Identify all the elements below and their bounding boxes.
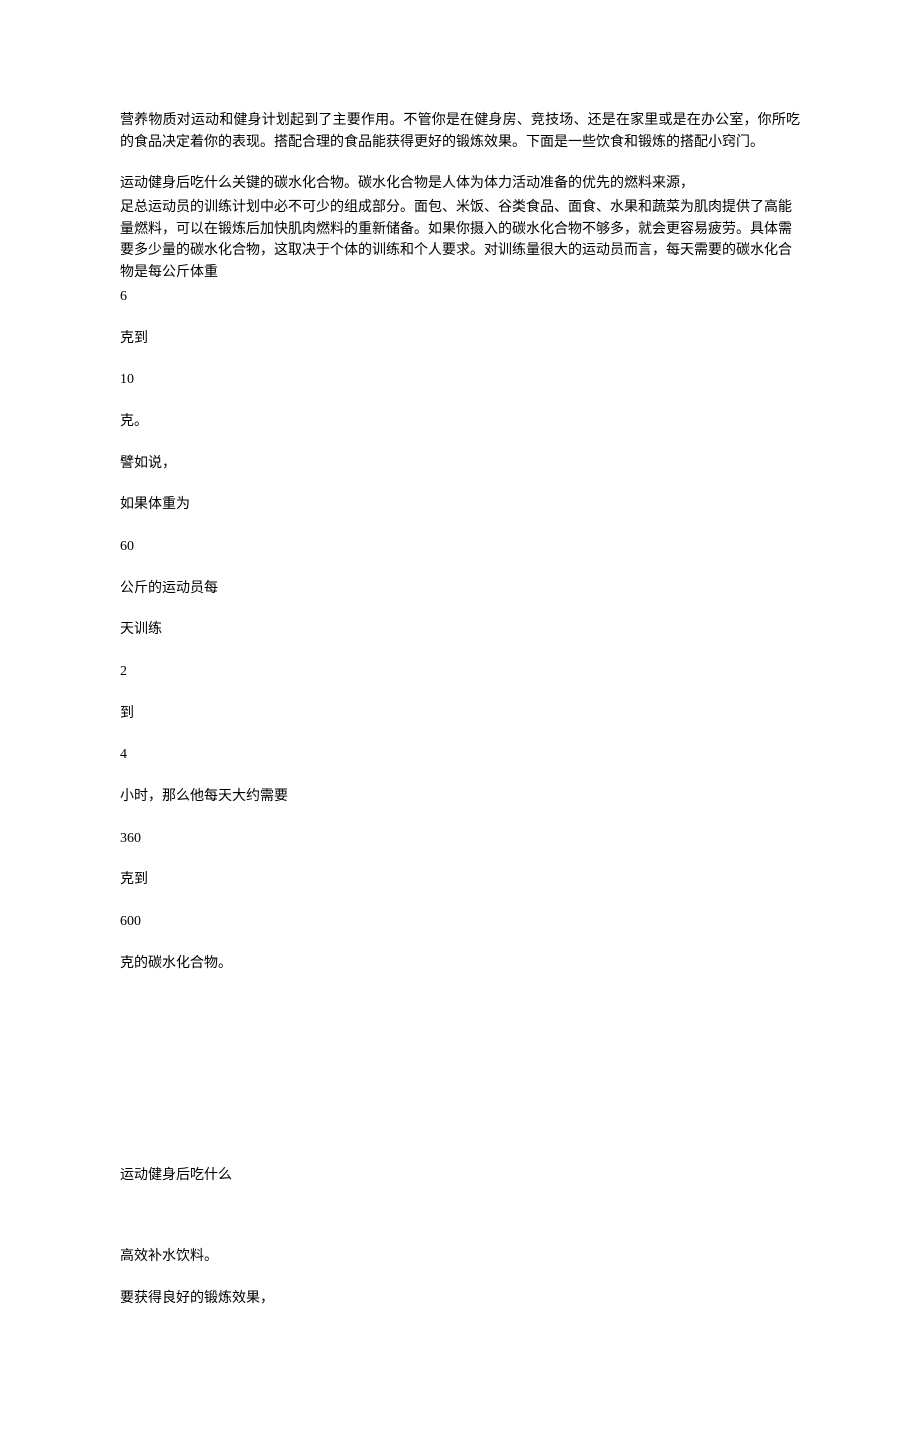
text-line: 4 [120, 744, 800, 766]
text-line: 小时，那么他每天大约需要 [120, 786, 800, 808]
paragraph-carbs-line2: 足总运动员的训练计划中必不可少的组成部分。面包、米饭、谷类食品、面食、水果和蔬菜… [120, 197, 800, 284]
text-line: 2 [120, 661, 800, 683]
document-page: 营养物质对运动和健身计划起到了主要作用。不管你是在健身房、竞技场、还是在家里或是… [0, 0, 920, 1450]
text-line: 到 [120, 703, 800, 725]
text-line: 要获得良好的锻炼效果， [120, 1288, 800, 1310]
spacer [120, 1206, 800, 1246]
text-line: 600 [120, 911, 800, 933]
text-line: 譬如说， [120, 453, 800, 475]
text-line: 公斤的运动员每 [120, 578, 800, 600]
text-line: 克。 [120, 411, 800, 433]
paragraph-carbs-line1: 运动健身后吃什么关键的碳水化合物。碳水化合物是人体为体力活动准备的优先的燃料来源… [120, 173, 800, 195]
text-line: 克到 [120, 869, 800, 891]
text-line: 如果体重为 [120, 494, 800, 516]
text-line: 360 [120, 828, 800, 850]
paragraph-carbs: 运动健身后吃什么关键的碳水化合物。碳水化合物是人体为体力活动准备的优先的燃料来源… [120, 173, 800, 307]
paragraph-intro: 营养物质对运动和健身计划起到了主要作用。不管你是在健身房、竞技场、还是在家里或是… [120, 110, 800, 153]
section-heading: 运动健身后吃什么 [120, 1165, 800, 1187]
spacer [120, 995, 800, 1165]
text-line: 天训练 [120, 619, 800, 641]
text-line: 克的碳水化合物。 [120, 953, 800, 975]
text-line: 6 [120, 286, 800, 308]
text-line: 10 [120, 369, 800, 391]
text-line: 60 [120, 536, 800, 558]
text-line: 克到 [120, 328, 800, 350]
subsection-heading: 高效补水饮料。 [120, 1246, 800, 1268]
